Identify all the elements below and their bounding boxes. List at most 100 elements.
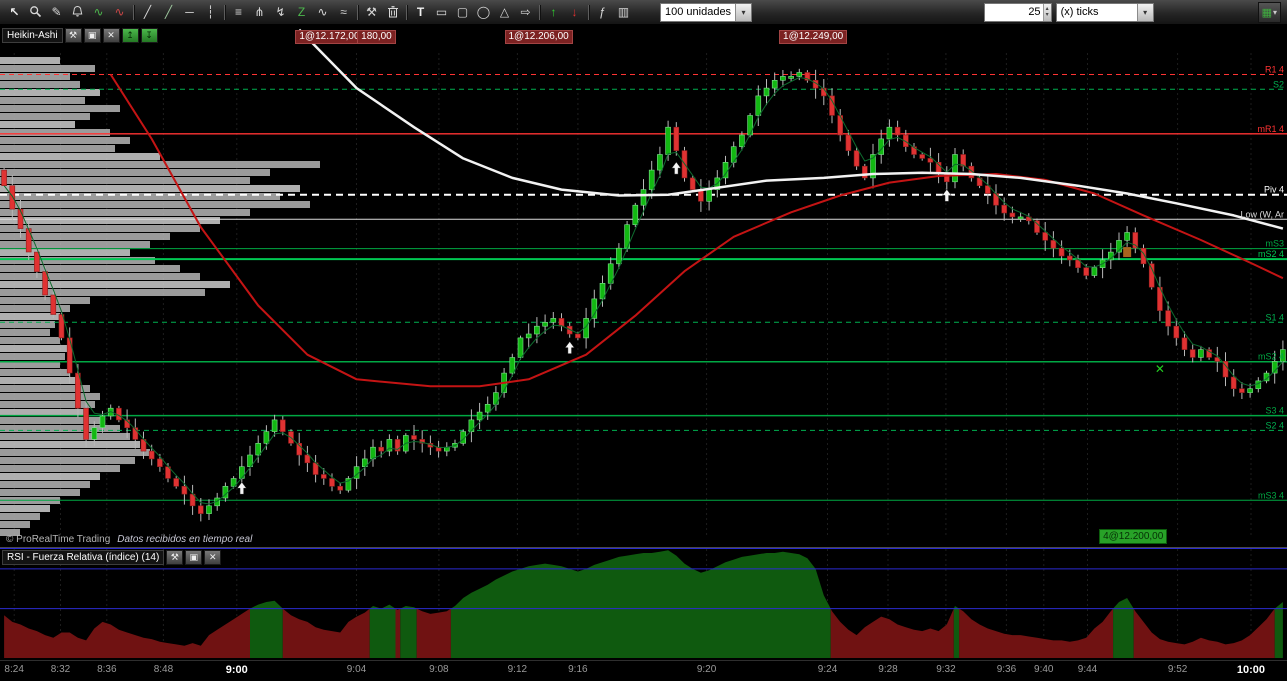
chart-style-dropdown[interactable]: ▦ ▾ (1257, 1, 1281, 23)
buy-signal-arrow (564, 341, 575, 354)
timeframe-controls: 25 ▴ ▾ (x) ticks ▾ ▦ ▾ (983, 1, 1283, 23)
text-tool-button[interactable]: T (410, 2, 431, 22)
time-label: 9:28 (878, 664, 898, 675)
svg-text:S1 4: S1 4 (1265, 312, 1284, 322)
toolbar-separator (406, 4, 407, 20)
indicator-tool-button[interactable]: ƒ (592, 2, 613, 22)
settings-tool-button[interactable]: ⚒ (361, 2, 382, 22)
sell-arrow-tool-icon: ↓ (571, 5, 578, 19)
horizontal-line-tool-button[interactable]: ─ (179, 2, 200, 22)
chart-title: Heikin-Ashi (2, 28, 63, 43)
settings-tool-icon: ⚒ (366, 5, 377, 19)
time-axis[interactable]: 8:24 8:32 8:36 8:48 9:00 9:04 9:08 9:12 9:16 9:20… (0, 660, 1287, 681)
time-label: 10:00 (1236, 664, 1266, 676)
price-chart-svg[interactable]: ✕R1 4S2mR1 4Piv 4Low (W, ArmS3mS2 4S1 4m… (0, 25, 1287, 547)
wave-tool-button[interactable]: ∿ (312, 2, 333, 22)
close-icon[interactable]: ✕ (102, 28, 120, 43)
svg-text:Low (W, Ar: Low (W, Ar (1240, 209, 1284, 219)
buy-signal-arrow (236, 481, 247, 495)
spinner-down-icon[interactable]: ▾ (1046, 12, 1049, 18)
time-label: 9:24 (817, 664, 838, 675)
ticks-count-spinner[interactable]: 25 ▴ ▾ (983, 2, 1052, 22)
ellipse-tool-icon: ◯ (476, 5, 491, 19)
wrench-icon[interactable]: ⚒ (64, 28, 82, 43)
position-label[interactable]: 4@12.200,00 (1099, 529, 1168, 544)
drawing-tools-group: ↖ ✎ ∿ ∿ ╱ ╱ ─ ┆ ≡ ⋔ ↯ Z ∿ ≈ ⚒ T ▭ ▢ ◯ △ ⇨ ↑ ↓ ƒ ▥ (4, 2, 634, 22)
bullish-pattern-tool-button[interactable]: ∿ (88, 2, 109, 22)
order-price-label[interactable]: 1@12.172,00 (295, 30, 364, 44)
arrow-tool-icon: ⇨ (520, 5, 531, 19)
fibonacci-tool-button[interactable]: ≡ (228, 2, 249, 22)
toolbar-separator (133, 4, 134, 20)
order-price-label[interactable]: 1@12.249,00 (779, 30, 848, 44)
chevron-down-icon[interactable]: ▾ (735, 3, 752, 21)
copyright-text: © ProRealTime Trading (6, 534, 111, 545)
expand-up-button[interactable]: ↥ (121, 28, 139, 43)
buy-arrow-tool-button[interactable]: ↑ (543, 2, 564, 22)
callout-tool-button[interactable]: ▢ (452, 2, 473, 22)
units-select[interactable]: 100 unidades ▾ (660, 2, 753, 22)
order-price-label[interactable]: 180,00 (357, 30, 396, 44)
svg-text:mR1 4: mR1 4 (1257, 124, 1284, 134)
elliott-wave-tool-button[interactable]: ≈ (333, 2, 354, 22)
ticks-count-value: 25 (1028, 6, 1041, 18)
chart-style-icon: ▦ (1261, 6, 1272, 19)
prorealtime-app: ↖ ✎ ∿ ∿ ╱ ╱ ─ ┆ ≡ ⋔ ↯ Z ∿ ≈ ⚒ T ▭ ▢ ◯ △ ⇨ ↑ ↓ ƒ ▥ 100 unidades ▾… (0, 0, 1287, 681)
zoom-tool-button[interactable] (25, 2, 46, 22)
bearish-pattern-tool-button[interactable]: ∿ (109, 2, 130, 22)
timeframe-unit-value: (x) ticks (1060, 6, 1099, 18)
rsi-panel[interactable]: RSI - Fuerza Relativa (índice) (14) ⚒ ▣ … (0, 547, 1287, 660)
pitchfork-tool-button[interactable]: ⋔ (249, 2, 270, 22)
moving-averages (3, 28, 1284, 505)
bullish-pattern-tool-icon: ∿ (93, 5, 104, 19)
triangle-tool-icon: △ (499, 5, 510, 19)
chevron-down-icon[interactable]: ▾ (1136, 3, 1153, 21)
panel-icon[interactable]: ▣ (83, 28, 101, 43)
rectangle-tool-button[interactable]: ▭ (431, 2, 452, 22)
segment-tool-button[interactable]: ╱ (158, 2, 179, 22)
histogram-tool-icon: ▥ (617, 5, 630, 19)
pitchfork-tool-icon: ⋔ (254, 5, 265, 19)
histogram-tool-button[interactable]: ▥ (613, 2, 634, 22)
bearish-pattern-tool-icon: ∿ (114, 5, 125, 19)
close-icon[interactable]: ✕ (204, 550, 222, 565)
arrow-tool-button[interactable]: ⇨ (515, 2, 536, 22)
callout-tool-icon: ▢ (456, 5, 469, 19)
sell-arrow-tool-button[interactable]: ↓ (564, 2, 585, 22)
wave-tool-icon: ∿ (317, 5, 328, 19)
delete-tool-button[interactable] (382, 2, 403, 22)
vertical-line-tool-icon: ┆ (206, 5, 215, 19)
order-price-label[interactable]: 1@12.206,00 (504, 30, 573, 44)
segment-tool-icon: ╱ (164, 5, 173, 19)
wrench-icon[interactable]: ⚒ (166, 550, 184, 565)
panel-icon[interactable]: ▣ (185, 550, 203, 565)
time-label: 9:00 (225, 664, 248, 676)
timeframe-unit-select[interactable]: (x) ticks ▾ (1055, 2, 1154, 22)
svg-text:mS3: mS3 (1265, 239, 1284, 249)
buy-signal-arrow (671, 161, 682, 175)
pointer-tool-button[interactable]: ↖ (4, 2, 25, 22)
trendline-tool-button[interactable]: ╱ (137, 2, 158, 22)
chart-panel-header: Heikin-Ashi ⚒ ▣ ✕ ↥ ↧ (2, 28, 158, 43)
ellipse-tool-button[interactable]: ◯ (473, 2, 494, 22)
vertical-line-tool-button[interactable]: ┆ (200, 2, 221, 22)
rectangle-tool-icon: ▭ (435, 5, 448, 19)
copyright-line: © ProRealTime Trading Datos recibidos en … (6, 534, 252, 545)
price-level-labels: R1 4S2mR1 4Piv 4Low (W, ArmS3mS2 4S1 4mS… (1240, 65, 1284, 501)
expand-down-button[interactable]: ↧ (140, 28, 158, 43)
svg-text:S2: S2 (1273, 79, 1284, 89)
text-tool-icon: T (416, 5, 425, 19)
triangle-tool-button[interactable]: △ (494, 2, 515, 22)
draw-tool-button[interactable]: ✎ (46, 2, 67, 22)
impulse-tool-button[interactable]: ↯ (270, 2, 291, 22)
alert-tool-button[interactable] (67, 2, 88, 22)
zigzag-tool-button[interactable]: Z (291, 2, 312, 22)
indicator-tool-icon: ƒ (599, 5, 606, 19)
svg-text:R1 4: R1 4 (1265, 65, 1284, 75)
spinner-arrows[interactable]: ▴ ▾ (1042, 3, 1051, 21)
main-chart-panel[interactable]: ✕ R1 4 S2 mR1 4 Piv 4 Low (W, Ar mS3 mS2 4 S1 4m… (0, 25, 1287, 547)
svg-text:mS2 4: mS2 4 (1258, 352, 1284, 362)
svg-text:S3 4: S3 4 (1265, 406, 1284, 416)
toolbar-separator (357, 4, 358, 20)
time-label: 9:04 (346, 664, 367, 675)
